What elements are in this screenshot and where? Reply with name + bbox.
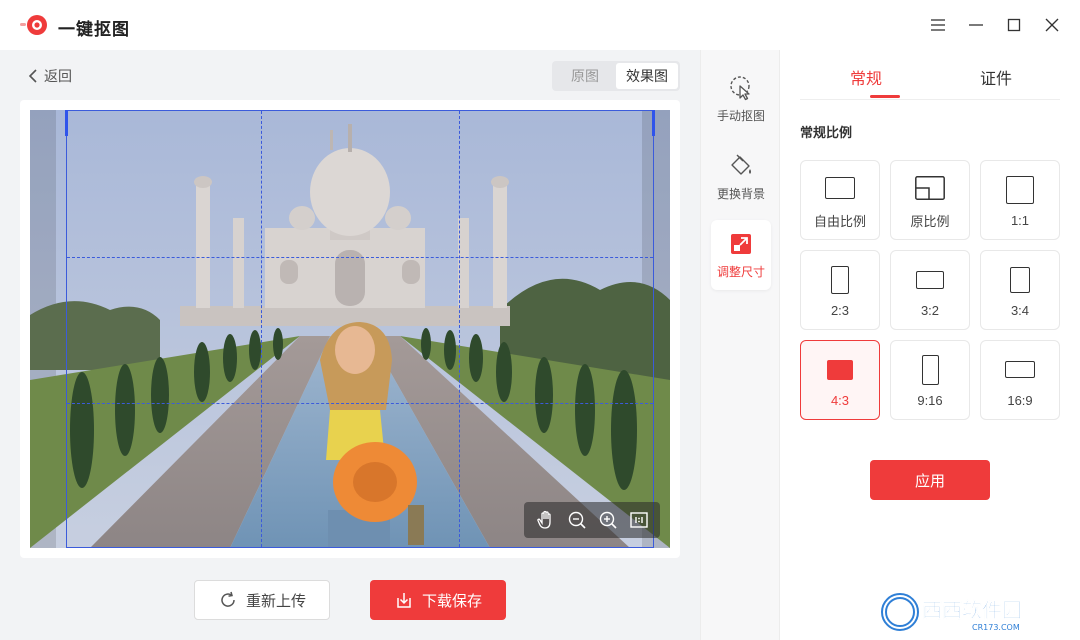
minimize-icon <box>969 24 983 26</box>
crop-grid-line <box>261 111 262 547</box>
ratio-9-16[interactable]: 9:16 <box>890 340 970 420</box>
tool-resize[interactable]: 调整尺寸 <box>711 220 771 290</box>
zoom-in-button[interactable] <box>595 507 621 533</box>
lasso-cursor-icon <box>730 75 750 100</box>
close-button[interactable] <box>1040 13 1064 37</box>
original-ratio-icon <box>915 175 945 200</box>
ratio-shape <box>825 176 855 199</box>
ratio-label: 3:4 <box>1010 302 1030 318</box>
maximize-icon <box>1007 18 1021 32</box>
menu-icon <box>931 19 945 31</box>
ratio-label: 2:3 <box>830 302 850 318</box>
tool-label: 手动抠图 <box>716 108 765 123</box>
tool-label: 更换背景 <box>716 186 765 201</box>
title-bar: 一键抠图 <box>0 0 1080 50</box>
download-label: 下载保存 <box>421 592 482 610</box>
ratio-shape <box>916 270 944 289</box>
ratio-shape <box>1010 266 1030 293</box>
ratio-free[interactable]: 自由比例 <box>800 160 880 240</box>
ratio-3-4[interactable]: 3:4 <box>980 250 1060 330</box>
settings-panel: 常规 证件 常规比例 自由比例 原比例 1:1 2:3 3:2 3:4 4:3 <box>780 50 1080 640</box>
app-logo-icon <box>20 15 47 35</box>
crop-box[interactable] <box>65 110 655 548</box>
ratio-label: 原比例 <box>910 213 950 229</box>
ratio-shape <box>921 354 939 385</box>
crop-grid-line <box>459 111 460 547</box>
ratio-label: 16:9 <box>1007 392 1033 408</box>
ratio-16-9[interactable]: 16:9 <box>980 340 1060 420</box>
maximize-button[interactable] <box>1002 13 1026 37</box>
preview-image[interactable] <box>30 110 670 548</box>
tool-column: 手动抠图 更换背景 调整尺寸 <box>700 50 780 640</box>
tool-manual-cutout[interactable]: 手动抠图 <box>711 64 771 134</box>
ratio-shape <box>1006 175 1034 204</box>
resize-icon <box>731 233 751 254</box>
tab-active-indicator <box>870 95 900 98</box>
ratio-shape <box>827 359 853 380</box>
ratio-label: 9:16 <box>917 392 943 408</box>
ratio-label: 自由比例 <box>813 213 866 229</box>
ratio-1-1[interactable]: 1:1 <box>980 160 1060 240</box>
tab-id-photo[interactable]: 证件 <box>980 65 1012 89</box>
toggle-original[interactable]: 原图 <box>554 63 616 89</box>
watermark-text: 西西软件园 <box>922 598 1022 622</box>
tab-general[interactable]: 常规 <box>850 65 882 89</box>
download-icon <box>397 593 411 608</box>
ratio-shape <box>831 265 849 294</box>
tool-label: 调整尺寸 <box>716 264 765 279</box>
panel-tabs: 常规 证件 <box>800 50 1060 100</box>
zoom-toolbar <box>524 502 660 538</box>
ratio-3-2[interactable]: 3:2 <box>890 250 970 330</box>
close-icon <box>1045 18 1059 32</box>
watermark-sub: CR173.COM <box>972 623 1020 632</box>
app-title: 一键抠图 <box>58 20 130 39</box>
reupload-label: 重新上传 <box>245 592 306 610</box>
paint-bucket-icon <box>731 154 751 175</box>
canvas-card <box>20 100 680 558</box>
ratio-original[interactable]: 原比例 <box>890 160 970 240</box>
zoom-in-icon <box>599 511 617 529</box>
chevron-left-icon <box>28 69 37 83</box>
back-button[interactable]: 返回 <box>28 66 72 86</box>
crop-handle-top-right[interactable] <box>652 110 655 136</box>
ratio-label: 3:2 <box>920 302 940 318</box>
crop-grid-line <box>67 403 653 404</box>
ratio-shape <box>1005 361 1035 378</box>
section-title: 常规比例 <box>800 125 853 140</box>
zoom-out-button[interactable] <box>564 507 590 533</box>
hand-icon <box>536 510 551 529</box>
tool-change-background[interactable]: 更换背景 <box>711 142 771 212</box>
view-toggle: 原图 效果图 <box>552 61 680 91</box>
crop-grid-line <box>67 257 653 258</box>
menu-button[interactable] <box>926 13 950 37</box>
ratio-label: 4:3 <box>830 392 850 408</box>
refresh-icon <box>221 591 235 607</box>
actual-size-icon <box>629 512 648 528</box>
back-label: 返回 <box>44 68 72 84</box>
download-button[interactable]: 下载保存 <box>370 580 506 620</box>
reupload-button[interactable]: 重新上传 <box>194 580 330 620</box>
ratio-2-3[interactable]: 2:3 <box>800 250 880 330</box>
site-watermark-logo: 西西软件园 CR173.COM <box>881 593 1022 632</box>
actual-size-button[interactable] <box>626 507 652 533</box>
ratio-label: 1:1 <box>1010 212 1030 228</box>
apply-button[interactable]: 应用 <box>870 460 990 500</box>
toggle-result[interactable]: 效果图 <box>616 63 678 89</box>
minimize-button[interactable] <box>964 13 988 37</box>
pan-button[interactable] <box>533 507 559 533</box>
crop-handle-top-left[interactable] <box>65 110 68 136</box>
work-area: 返回 原图 效果图 重新上传 下载保存 <box>0 50 700 640</box>
zoom-out-icon <box>568 511 586 529</box>
ratio-4-3[interactable]: 4:3 <box>800 340 880 420</box>
